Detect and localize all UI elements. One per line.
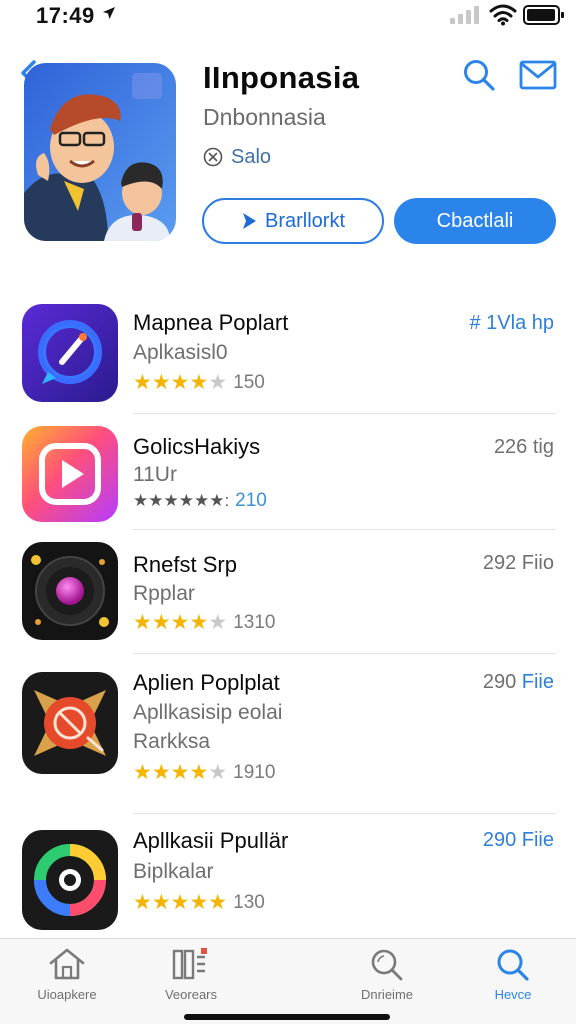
rating-count: 210 bbox=[235, 490, 267, 511]
list-item[interactable]: Aplien Poplplat Apllkasisip eolai Rarkks… bbox=[0, 654, 576, 814]
primary-action-label: Cbactlali bbox=[436, 209, 514, 232]
vinyl-orb-icon bbox=[22, 542, 118, 640]
app-subcategory: Rarkksa bbox=[133, 730, 211, 753]
tab-library-label: Veorears bbox=[164, 987, 218, 1002]
app-name: Rnefst Srp bbox=[133, 552, 237, 577]
tab-home-label: Uioapkere bbox=[37, 987, 97, 1002]
app-category: Rpplar bbox=[133, 582, 195, 605]
star-rating-icons: ★★★★★ bbox=[133, 371, 228, 394]
tab-active-label: Hevce bbox=[494, 987, 532, 1002]
list-item[interactable]: Mapnea Poplart Aplkasisl0 ★★★★★ 150 # 1V… bbox=[0, 290, 576, 414]
app-category: Apllkasisip eolai bbox=[133, 701, 283, 724]
category-tag[interactable]: Salo bbox=[203, 144, 271, 170]
primary-action-button[interactable]: Cbactlali bbox=[394, 198, 556, 244]
wifi-icon bbox=[489, 4, 517, 26]
cellular-signal-icon bbox=[450, 6, 479, 24]
home-indicator bbox=[184, 1014, 390, 1020]
play-gradient-icon bbox=[22, 426, 118, 522]
app-category: Aplkasisl0 bbox=[133, 341, 228, 364]
app-category: 11Ur bbox=[133, 463, 177, 486]
status-bar: 17:49 bbox=[0, 0, 576, 34]
app-rating: ★★★★★ 1910 bbox=[133, 762, 275, 784]
paint-chat-icon bbox=[22, 304, 118, 402]
app-meta: # 1Vla hp bbox=[469, 312, 554, 334]
rating-count: 150 bbox=[233, 372, 265, 393]
tab-active-search[interactable]: Hevce bbox=[458, 947, 568, 1011]
app-name: GolicsHakiys bbox=[133, 434, 261, 459]
app-meta: 290 Fiie bbox=[482, 829, 554, 851]
tab-home[interactable]: Uioapkere bbox=[12, 947, 122, 1011]
rating-count: 130 bbox=[233, 892, 265, 913]
mail-icon[interactable] bbox=[519, 59, 557, 91]
color-ring-icon bbox=[22, 830, 118, 930]
app-meta: 290 Fiie bbox=[483, 671, 554, 694]
library-icon bbox=[172, 948, 207, 980]
app-category: Biplkalar bbox=[133, 860, 214, 883]
star-rating-icons: ★★★★★ bbox=[133, 761, 228, 784]
app-rating: ★★★★★ 130 bbox=[133, 892, 265, 914]
app-name: Mapnea Poplart bbox=[133, 310, 289, 335]
star-rating-icons: ★★★★★ bbox=[133, 891, 228, 914]
search-icon[interactable] bbox=[462, 58, 496, 92]
app-meta-unit: Fiie bbox=[521, 671, 554, 693]
outline-action-label: Brarllorkt bbox=[264, 209, 345, 232]
status-time: 17:49 bbox=[36, 3, 95, 28]
app-name: Apllkasii Ppullär bbox=[133, 828, 289, 853]
tab-bar: Uioapkere Veorears Dnrieime Hevce bbox=[0, 938, 576, 1024]
app-name: Aplien Poplplat bbox=[133, 670, 280, 695]
location-arrow-icon bbox=[103, 7, 115, 19]
app-hero-icon bbox=[24, 63, 176, 241]
play-icon bbox=[242, 213, 256, 229]
app-rating: ★★★★★ 150 bbox=[133, 372, 265, 394]
compass-star-icon bbox=[22, 672, 118, 774]
list-item[interactable]: Rnefst Srp Rpplar ★★★★★ 1310 292 Fiio bbox=[0, 530, 576, 654]
tab-library[interactable]: Veorears bbox=[136, 947, 246, 1011]
app-meta-number: 290 bbox=[482, 671, 522, 693]
search-active-icon bbox=[497, 949, 529, 981]
app-rating: ★★★★★★: 210 bbox=[133, 490, 267, 512]
close-circle-icon bbox=[203, 147, 223, 167]
app-subtitle: Dnbonnasia bbox=[203, 104, 326, 130]
star-rating-icons: ★★★★★ bbox=[133, 611, 228, 634]
search-icon bbox=[371, 949, 403, 981]
star-rating-icons: ★★★★★★: bbox=[133, 491, 230, 510]
list-item[interactable]: Apllkasii Ppullär Biplkalar ★★★★★ 130 29… bbox=[0, 814, 576, 940]
rating-count: 1910 bbox=[233, 762, 276, 783]
app-rating: ★★★★★ 1310 bbox=[133, 612, 275, 634]
category-tag-label: Salo bbox=[231, 145, 272, 168]
battery-icon bbox=[523, 5, 564, 25]
app-title: IInponasia bbox=[203, 60, 360, 95]
home-icon bbox=[49, 948, 85, 980]
app-meta: 226 tig bbox=[493, 436, 554, 458]
tab-search-label: Dnrieime bbox=[360, 987, 413, 1002]
app-meta: 292 Fiio bbox=[482, 552, 554, 574]
list-item[interactable]: GolicsHakiys 11Ur ★★★★★★: 210 226 tig bbox=[0, 414, 576, 530]
rating-count: 1310 bbox=[233, 612, 276, 633]
tab-search[interactable]: Dnrieime bbox=[332, 947, 442, 1011]
outline-action-button[interactable]: Brarllorkt bbox=[202, 198, 384, 244]
